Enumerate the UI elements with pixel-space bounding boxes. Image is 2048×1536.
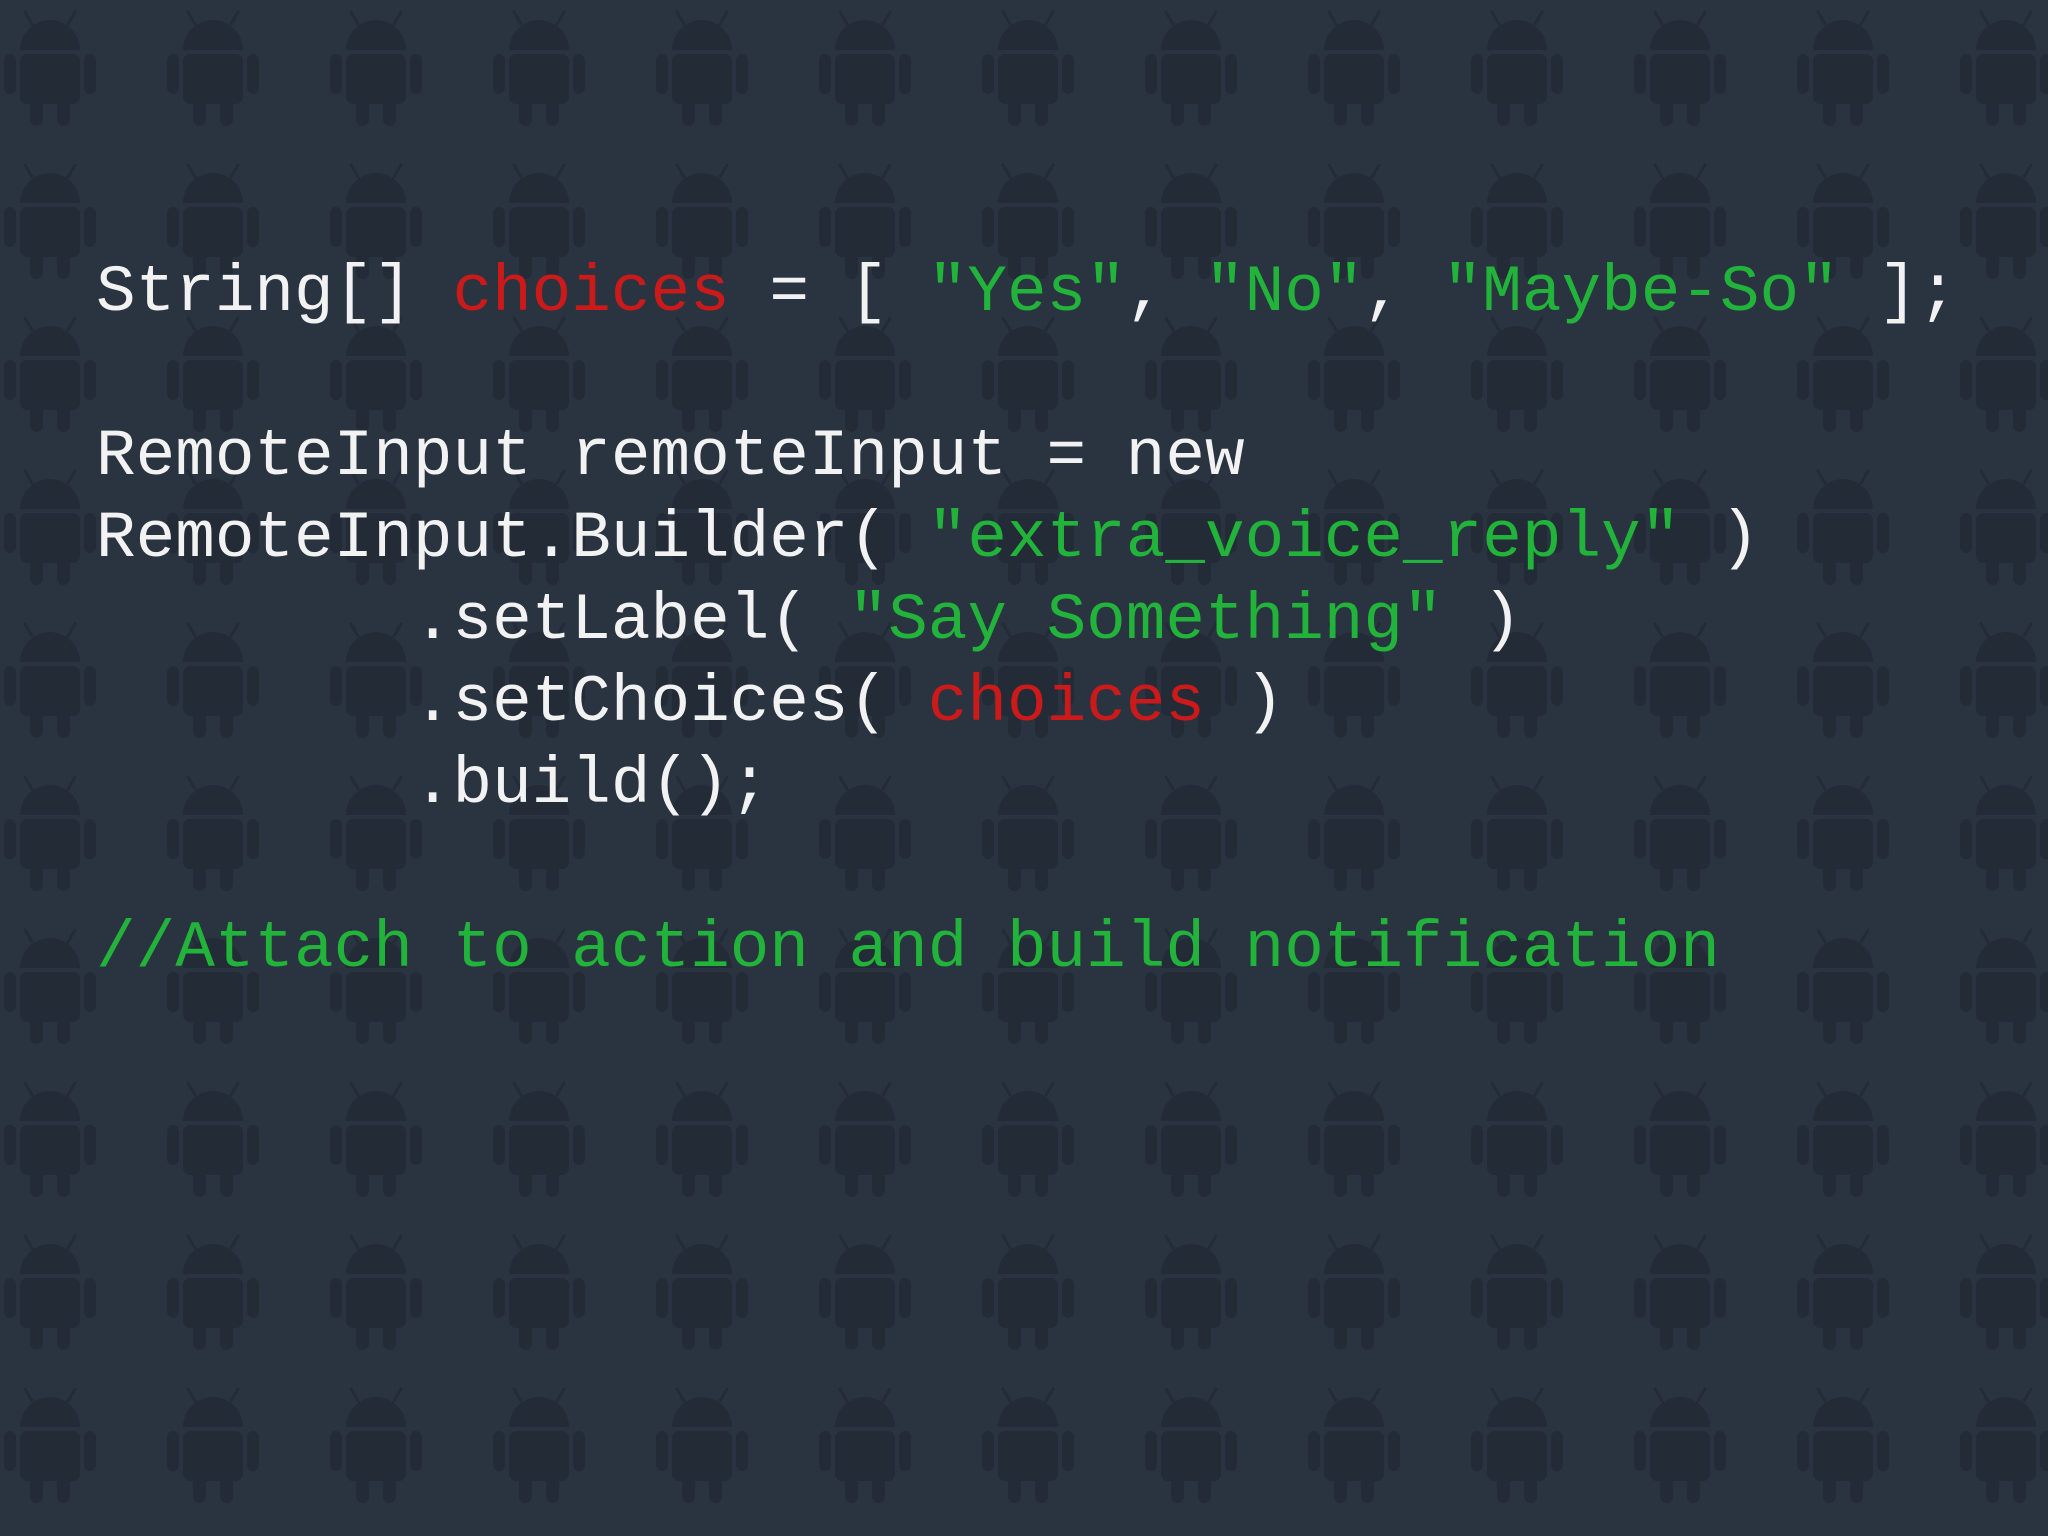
code-line-comment: //Attach to action and build notificatio… [96, 908, 1958, 990]
code-token-plain: .build(); [96, 747, 770, 822]
code-token-string: "extra_voice_reply" [927, 501, 1681, 576]
code-token-plain: .setLabel( [96, 583, 849, 658]
code-token-plain: , [1125, 255, 1206, 330]
code-token-plain: String[] [96, 255, 453, 330]
code-line-remote-input-declaration: RemoteInput remoteInput = new [96, 416, 1958, 498]
code-token-comment: //Attach to action and build notificatio… [96, 911, 1720, 986]
code-token-plain: ) [1680, 501, 1760, 576]
code-token-plain: ]; [1838, 255, 1958, 330]
code-token-plain: ) [1442, 583, 1522, 658]
code-token-string: "No" [1205, 255, 1364, 330]
code-token-string: "Say Something" [848, 583, 1443, 658]
code-token-plain: , [1363, 255, 1443, 330]
code-line-build: .build(); [96, 744, 1958, 826]
code-token-variable: choices [452, 255, 730, 330]
code-token-plain: RemoteInput.Builder( [96, 501, 928, 576]
code-line-set-label: .setLabel( "Say Something" ) [96, 580, 1958, 662]
code-token-variable: choices [927, 665, 1205, 740]
code-token-plain: ) [1205, 665, 1285, 740]
code-line-builder: RemoteInput.Builder( "extra_voice_reply"… [96, 498, 1958, 580]
code-token-plain: RemoteInput remoteInput = new [96, 419, 1245, 494]
code-token-string: "Maybe-So" [1442, 255, 1839, 330]
code-line-set-choices: .setChoices( choices ) [96, 662, 1958, 744]
code-token-string: "Yes" [927, 255, 1126, 330]
code-line-choices-declaration: String[] choices = [ "Yes", "No", "Maybe… [96, 252, 1958, 334]
code-token-plain: .setChoices( [96, 665, 928, 740]
code-token-plain: = [ [729, 255, 928, 330]
code-block: String[] choices = [ "Yes", "No", "Maybe… [96, 252, 1958, 990]
